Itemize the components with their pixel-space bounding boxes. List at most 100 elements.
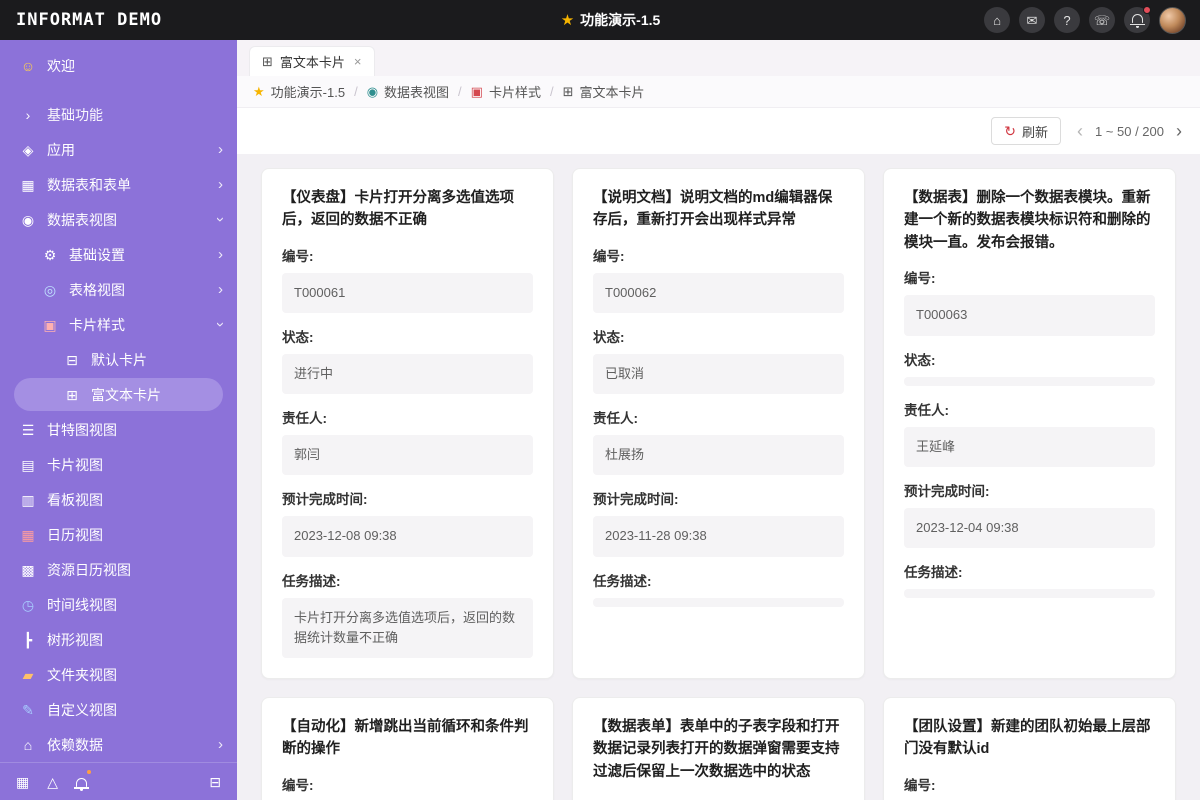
field-value: T000063 bbox=[904, 295, 1155, 335]
sidebar-item-kanban-view[interactable]: ▥看板视图 bbox=[0, 482, 237, 517]
field-label: 责任人: bbox=[282, 407, 533, 427]
tree-icon: ┣ bbox=[18, 633, 38, 647]
rich-text-card-icon: ⊞ bbox=[563, 85, 574, 98]
field-value: 杜展扬 bbox=[593, 435, 844, 475]
card[interactable]: 【数据表单】表单中的子表字段和打开数据记录列表打开的数据弹窗需要支持过滤后保留上… bbox=[572, 697, 865, 800]
field-value: 进行中 bbox=[282, 354, 533, 394]
avatar[interactable] bbox=[1159, 7, 1186, 34]
pagination-range: 1 ~ 50 / 200 bbox=[1095, 124, 1164, 139]
sidebar-menu: ☺欢迎›基础功能◈应用›▦数据表和表单›◉数据表视图›⚙基础设置›◎表格视图›▣… bbox=[0, 40, 237, 762]
pencil-icon: ✎ bbox=[18, 703, 38, 717]
bell-badge bbox=[86, 769, 92, 775]
sidebar-item-label: 卡片视图 bbox=[47, 455, 223, 475]
card[interactable]: 【团队设置】新建的团队初始最上层部门没有默认id编号:T000066状态: bbox=[883, 697, 1176, 800]
sidebar-item-card-view[interactable]: ▤卡片视图 bbox=[0, 447, 237, 482]
sidebar-item-label: 基础功能 bbox=[47, 105, 223, 125]
breadcrumb-separator: / bbox=[550, 84, 554, 99]
sidebar-item-label: 默认卡片 bbox=[91, 350, 223, 370]
refresh-button[interactable]: ↻ 刷新 bbox=[991, 117, 1061, 145]
field-label: 状态: bbox=[282, 326, 533, 346]
topbar: INFORMAT DEMO ★功能演示-1.5 ⌂✉?☏ bbox=[0, 0, 1200, 40]
field-value bbox=[904, 377, 1155, 386]
close-icon[interactable]: × bbox=[354, 54, 362, 69]
sidebar-item-label: 资源日历视图 bbox=[47, 560, 223, 580]
app-icon: ◈ bbox=[18, 143, 38, 157]
dependency-icon: ⌂ bbox=[18, 738, 38, 752]
sidebar-item-tables-and-forms[interactable]: ▦数据表和表单› bbox=[0, 167, 237, 202]
field-label: 编号: bbox=[904, 267, 1155, 287]
sidebar-item-calendar-view[interactable]: ▦日历视图 bbox=[0, 517, 237, 552]
sidebar-item-gantt-view[interactable]: ☰甘特图视图 bbox=[0, 412, 237, 447]
bell-shape bbox=[76, 778, 87, 787]
sidebar-item-label: 富文本卡片 bbox=[91, 385, 209, 405]
card[interactable]: 【说明文档】说明文档的md编辑器保存后，重新打开会出现样式异常编号:T00006… bbox=[572, 168, 865, 679]
main-area: ⊞ 富文本卡片 × ★功能演示-1.5/◉数据表视图/▣卡片样式/⊞富文本卡片 … bbox=[237, 40, 1200, 800]
field-label: 预计完成时间: bbox=[593, 488, 844, 508]
sidebar-item-rich-text-card[interactable]: ⊞富文本卡片 bbox=[14, 378, 223, 411]
next-page-icon[interactable]: › bbox=[1176, 122, 1182, 140]
sidebar-item-basic-features[interactable]: ›基础功能 bbox=[0, 97, 237, 132]
field-value: 卡片打开分离多选值选项后，返回的数据统计数量不正确 bbox=[282, 598, 533, 658]
help-icon[interactable]: ? bbox=[1054, 7, 1080, 33]
resource-calendar-icon: ▩ bbox=[18, 563, 38, 577]
field-value: 2023-11-28 09:38 bbox=[593, 516, 844, 556]
field-label: 责任人: bbox=[904, 399, 1155, 419]
breadcrumb-separator: / bbox=[458, 84, 462, 99]
sidebar-item-welcome[interactable]: ☺欢迎 bbox=[0, 48, 237, 83]
field-label: 编号: bbox=[904, 774, 1155, 794]
alert-icon[interactable]: △ bbox=[47, 775, 58, 789]
page-title: ★功能演示-1.5 bbox=[237, 10, 984, 30]
prev-page-icon[interactable]: ‹ bbox=[1077, 122, 1083, 140]
card[interactable]: 【数据表】删除一个数据表模块。重新建一个新的数据表模块标识符和删除的模块一直。发… bbox=[883, 168, 1176, 679]
tab-rich-text-card[interactable]: ⊞ 富文本卡片 × bbox=[249, 46, 375, 76]
field-label: 编号: bbox=[593, 245, 844, 265]
sidebar-item-default-card[interactable]: ⊟ 默认卡片 bbox=[0, 342, 237, 377]
chevron-down-icon: › bbox=[213, 322, 228, 327]
sidebar-item-label: 看板视图 bbox=[47, 490, 223, 510]
topbar-icons: ⌂ ✉? ☏ bbox=[984, 7, 1150, 33]
sidebar-item-label: 甘特图视图 bbox=[47, 420, 223, 440]
sidebar-item-grid-view[interactable]: ◎表格视图› bbox=[0, 272, 237, 307]
field-label: 状态: bbox=[904, 349, 1155, 369]
sidebar-item-tree-view[interactable]: ┣树形视图 bbox=[0, 622, 237, 657]
field-label: 编号: bbox=[282, 245, 533, 265]
breadcrumb-separator: / bbox=[354, 84, 358, 99]
sidebar-item-label: 文件夹视图 bbox=[47, 665, 223, 685]
sidebar-item-label: 欢迎 bbox=[47, 56, 223, 76]
field-value: 郭闫 bbox=[282, 435, 533, 475]
sidebar: ☺欢迎›基础功能◈应用›▦数据表和表单›◉数据表视图›⚙基础设置›◎表格视图›▣… bbox=[0, 40, 237, 800]
breadcrumb-item[interactable]: ⊞富文本卡片 bbox=[563, 82, 645, 101]
notification-icon[interactable] bbox=[1124, 7, 1150, 33]
sidebar-item-apps[interactable]: ◈应用› bbox=[0, 132, 237, 167]
sidebar-item-resource-calendar-view[interactable]: ▩ 资源日历视图 bbox=[0, 552, 237, 587]
card-style-icon: ▣ bbox=[471, 85, 483, 98]
default-card-icon: ⊟ bbox=[62, 353, 82, 367]
views-icon: ◉ bbox=[18, 213, 38, 227]
breadcrumb-item[interactable]: ◉数据表视图 bbox=[367, 82, 449, 101]
pagination: ‹ 1 ~ 50 / 200 › bbox=[1077, 122, 1182, 140]
refresh-icon: ↻ bbox=[1004, 124, 1016, 138]
support-icon[interactable]: ☏ bbox=[1089, 7, 1115, 33]
field-value: 已取消 bbox=[593, 354, 844, 394]
home-icon[interactable]: ⌂ bbox=[984, 7, 1010, 33]
sidebar-item-card-style[interactable]: ▣卡片样式› bbox=[0, 307, 237, 342]
card[interactable]: 【仪表盘】卡片打开分离多选值选项后，返回的数据不正确编号:T000061状态:进… bbox=[261, 168, 554, 679]
sidebar-item-table-views[interactable]: ◉数据表视图› bbox=[0, 202, 237, 237]
message-icon[interactable]: ✉ bbox=[1019, 7, 1045, 33]
breadcrumb-item[interactable]: ★功能演示-1.5 bbox=[253, 82, 345, 101]
views-icon: ◉ bbox=[367, 85, 378, 98]
card-grid: 【仪表盘】卡片打开分离多选值选项后，返回的数据不正确编号:T000061状态:进… bbox=[237, 154, 1200, 800]
sidebar-item-custom-view[interactable]: ✎自定义视图 bbox=[0, 692, 237, 727]
sidebar-item-timeline-view[interactable]: ◷时间线视图 bbox=[0, 587, 237, 622]
collapse-icon[interactable]: ⊟ bbox=[209, 775, 221, 789]
sidebar-item-folder-view[interactable]: ▰文件夹视图 bbox=[0, 657, 237, 692]
breadcrumb-item[interactable]: ▣卡片样式 bbox=[471, 82, 541, 101]
field-value: T000062 bbox=[593, 273, 844, 313]
apps-grid-icon[interactable]: ▦ bbox=[16, 775, 29, 789]
notification-badge bbox=[1143, 6, 1151, 14]
sidebar-item-dependency-data[interactable]: ⌂依赖数据› bbox=[0, 727, 237, 762]
bell-icon[interactable] bbox=[76, 775, 87, 789]
card[interactable]: 【自动化】新增跳出当前循环和条件判断的操作编号:T000064状态: bbox=[261, 697, 554, 800]
card-title: 【团队设置】新建的团队初始最上层部门没有默认id bbox=[904, 716, 1155, 761]
sidebar-item-basic-settings[interactable]: ⚙基础设置› bbox=[0, 237, 237, 272]
